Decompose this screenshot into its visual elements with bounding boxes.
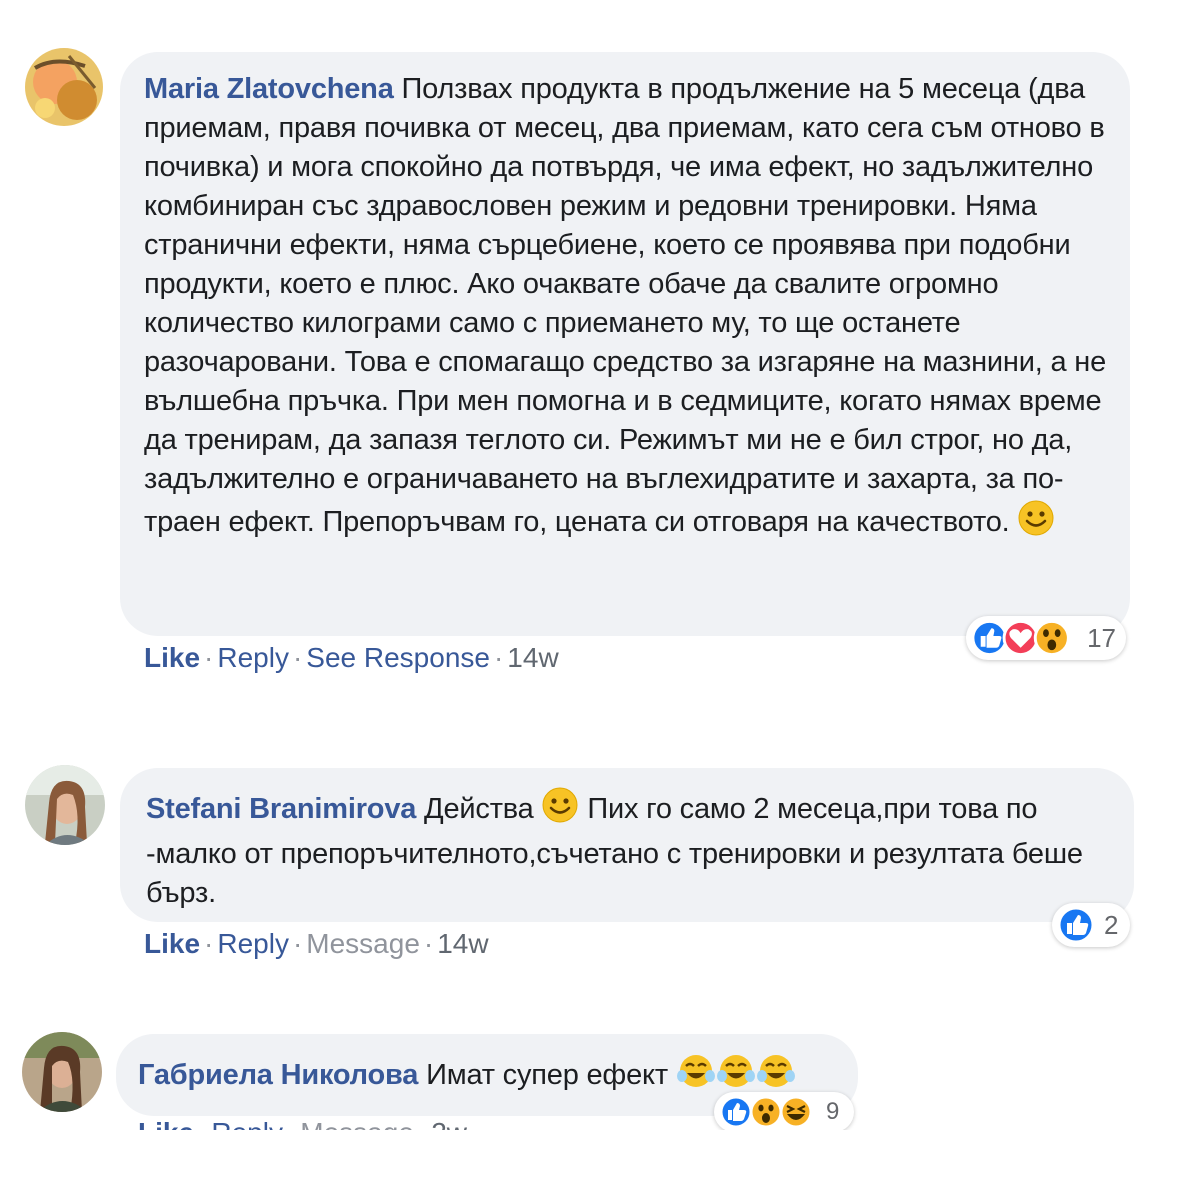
separator: · [194, 1117, 211, 1130]
reactions-summary[interactable]: 17 [966, 616, 1126, 660]
comment-body: Имат супер ефект [426, 1059, 668, 1091]
separator: · [423, 928, 434, 959]
reply-button[interactable]: Reply [217, 928, 289, 959]
reactions-summary[interactable]: 2 [1052, 903, 1130, 947]
separator: · [204, 642, 214, 673]
comment-text: Maria Zlatovchena Ползвах продукта в про… [144, 70, 1106, 548]
comment-author[interactable]: Габриела Николова [138, 1059, 418, 1091]
separator: · [204, 928, 214, 959]
reaction-count: 9 [826, 1098, 840, 1125]
avatar[interactable] [25, 765, 105, 845]
smiling-face-icon [1017, 499, 1055, 548]
like-reaction-icon [719, 1095, 753, 1129]
separator: · [493, 642, 504, 673]
like-button[interactable]: Like [144, 928, 200, 959]
wow-reaction-icon [749, 1095, 783, 1129]
comment-author[interactable]: Maria Zlatovchena [144, 73, 394, 105]
message-link[interactable]: Message [300, 1117, 414, 1130]
reactions-summary[interactable]: 9 [714, 1092, 854, 1130]
like-reaction-icon [971, 619, 1008, 657]
timestamp[interactable]: 2w [431, 1117, 467, 1130]
avatar[interactable] [22, 1032, 102, 1112]
face-with-tears-of-joy-icon [676, 1052, 716, 1101]
comment-body: Действа [424, 793, 534, 825]
comment-text: Stefani Branimirova Действа Пих го само … [146, 786, 1110, 913]
wow-reaction-icon [1033, 619, 1070, 657]
see-response-link[interactable]: See Response [306, 642, 490, 673]
timestamp[interactable]: 14w [437, 928, 488, 959]
reaction-icons [719, 1095, 813, 1129]
like-button[interactable]: Like [144, 642, 200, 673]
separator: · [283, 1117, 300, 1130]
message-link[interactable]: Message [306, 928, 420, 959]
smiling-face-icon [541, 786, 579, 835]
separator: · [292, 642, 303, 673]
comment-bubble: Maria Zlatovchena Ползвах продукта в про… [120, 52, 1130, 636]
like-button[interactable]: Like [138, 1117, 194, 1130]
reaction-count: 2 [1104, 909, 1119, 940]
comment-clip-region: Габриела Николова Имат супер ефект 9 Lik… [0, 1020, 1200, 1130]
separator: · [292, 928, 303, 959]
reply-button[interactable]: Reply [217, 642, 289, 673]
reply-button[interactable]: Reply [211, 1117, 283, 1130]
separator: · [414, 1117, 431, 1130]
comment-author[interactable]: Stefani Branimirova [146, 793, 416, 825]
comment-bubble: Stefani Branimirova Действа Пих го само … [120, 768, 1134, 922]
reaction-icons [971, 619, 1070, 657]
comment-actions: Like · Reply · See Response · 14w [144, 641, 559, 675]
comment-actions: Like·Reply·Message·2w [138, 1116, 467, 1130]
haha-reaction-icon [779, 1095, 813, 1129]
timestamp[interactable]: 14w [507, 642, 558, 673]
comment-actions: Like · Reply · Message · 14w [144, 927, 489, 961]
comment-body: Ползвах продукта в продължение на 5 месе… [144, 73, 1106, 538]
avatar[interactable] [25, 48, 103, 126]
reaction-count: 17 [1087, 622, 1116, 653]
like-reaction-icon [1057, 906, 1095, 944]
love-reaction-icon [1002, 619, 1039, 657]
